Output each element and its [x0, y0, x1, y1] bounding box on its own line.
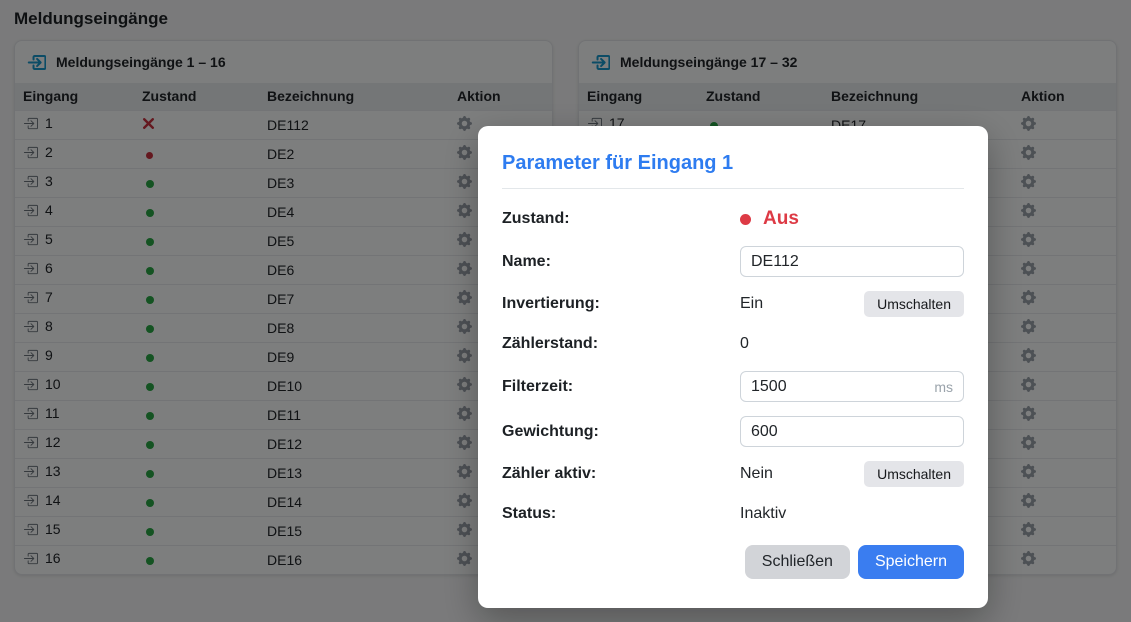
close-button[interactable]: Schließen	[745, 545, 850, 579]
zaehler-aktiv-value: Nein	[740, 465, 773, 483]
zustand-value: Aus	[740, 208, 964, 230]
field-gewichtung: Gewichtung:	[502, 416, 964, 447]
toggle-invertierung-button[interactable]: Umschalten	[864, 291, 964, 317]
filterzeit-label: Filterzeit:	[502, 378, 740, 396]
field-zustand: Zustand: Aus	[502, 206, 964, 232]
name-input[interactable]	[740, 246, 964, 277]
zaehlerstand-label: Zählerstand:	[502, 335, 740, 353]
zustand-value-text: Aus	[763, 208, 799, 230]
parameter-modal: Parameter für Eingang 1 Zustand: Aus Nam…	[478, 126, 988, 608]
gewichtung-input[interactable]	[740, 416, 964, 447]
divider	[502, 188, 964, 189]
field-zaehler-aktiv: Zähler aktiv: Nein Umschalten	[502, 461, 964, 487]
status-off-dot	[740, 214, 751, 225]
status-value: Inaktiv	[740, 505, 964, 523]
field-zaehlerstand: Zählerstand: 0	[502, 331, 964, 357]
zustand-label: Zustand:	[502, 210, 740, 228]
save-button[interactable]: Speichern	[858, 545, 964, 579]
status-label: Status:	[502, 505, 740, 523]
invertierung-value: Ein	[740, 295, 763, 313]
field-invertierung: Invertierung: Ein Umschalten	[502, 291, 964, 317]
field-status: Status: Inaktiv	[502, 501, 964, 527]
filterzeit-input[interactable]	[740, 371, 964, 402]
zaehler-aktiv-label: Zähler aktiv:	[502, 465, 740, 483]
toggle-zaehler-aktiv-button[interactable]: Umschalten	[864, 461, 964, 487]
name-label: Name:	[502, 253, 740, 271]
modal-title: Parameter für Eingang 1	[502, 152, 964, 175]
unit-label: ms	[934, 379, 953, 395]
field-filterzeit: Filterzeit: ms	[502, 371, 964, 402]
field-name: Name:	[502, 246, 964, 277]
modal-footer: Schließen Speichern	[502, 545, 964, 579]
gewichtung-label: Gewichtung:	[502, 423, 740, 441]
zaehlerstand-value: 0	[740, 335, 964, 353]
invertierung-label: Invertierung:	[502, 295, 740, 313]
